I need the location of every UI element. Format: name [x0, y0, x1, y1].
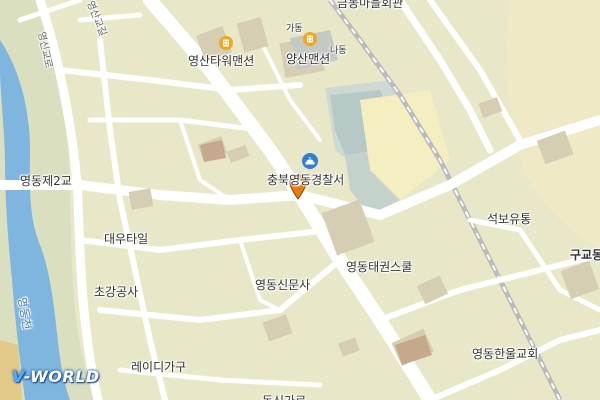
label-geumdong-hall: 금동마을회관 [337, 0, 404, 10]
label-yeongdong-newspaper: 영동신문사 [255, 278, 311, 292]
label-daewoo-tile: 대우타일 [104, 232, 149, 246]
building-icon[interactable] [303, 32, 317, 46]
label-taekwondo-school: 영동태권스쿨 [346, 260, 413, 274]
label-ga-dong: 가동 [286, 24, 303, 34]
label-yeongsan-tower-mansion: 영산타워맨션 [188, 54, 255, 68]
label-lady-furniture: 레이디가구 [131, 360, 187, 374]
police-icon[interactable] [302, 153, 318, 169]
building-icon[interactable] [219, 36, 233, 50]
label-yangsan-mansion: 양산맨션 [286, 52, 331, 66]
map-canvas[interactable]: 금동마을회관 가동 나동 영산타워맨션 양산맨션 충북영동경찰서 대우타일 초강… [0, 0, 600, 400]
label-police-station: 충북영동경찰서 [267, 173, 345, 187]
label-bottom-cut: 동신가로 [262, 392, 306, 400]
label-seokbo-distribution: 석보유통 [487, 212, 532, 226]
label-gugyo-dong: 구교동 [570, 248, 600, 262]
label-hanul-church: 영동한울교회 [472, 347, 539, 361]
vworld-logo: V-WORLD [12, 367, 100, 386]
label-chogang-construction: 초강공사 [94, 285, 139, 299]
label-na-dong: 나동 [330, 46, 347, 56]
label-bridge: 영동제2교 [20, 174, 72, 188]
